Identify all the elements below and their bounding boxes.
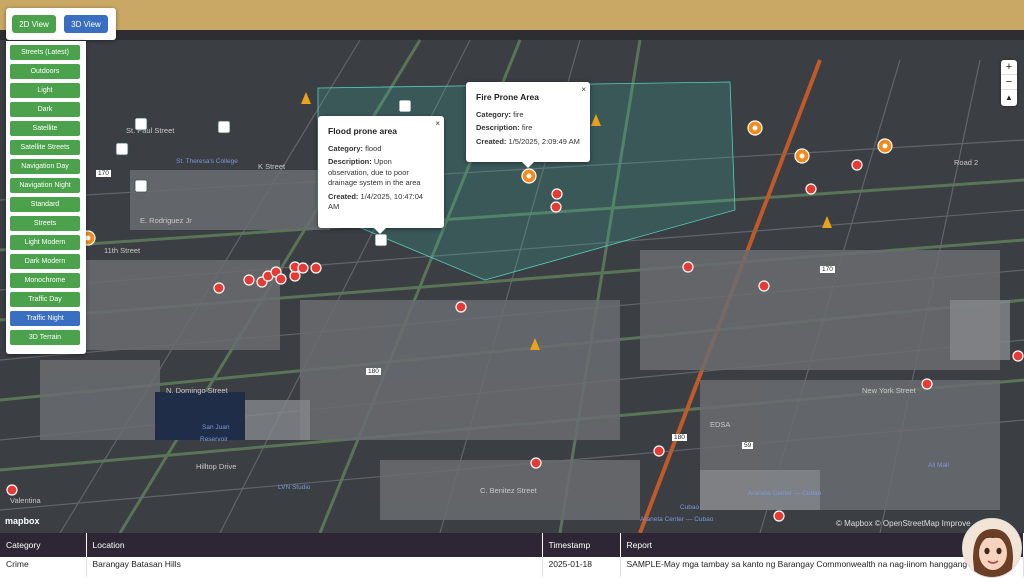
report-marker-red: [773, 510, 785, 522]
map-style-button-standard[interactable]: Standard: [10, 197, 80, 212]
report-marker-red: [310, 262, 322, 274]
map-style-button-dark-modern[interactable]: Dark Modern: [10, 254, 80, 269]
col-header-timestamp[interactable]: Timestamp: [542, 533, 621, 557]
report-marker-red: [550, 201, 562, 213]
popup-close-button[interactable]: ×: [581, 84, 586, 95]
report-marker-red: [530, 457, 542, 469]
popup-description: Description: Upon observation, due to po…: [328, 157, 421, 188]
map-style-panel: Streets (Latest) Outdoors Light Dark Satelli…: [6, 41, 86, 354]
map-style-button-monochrome[interactable]: Monochrome: [10, 273, 80, 288]
col-header-category[interactable]: Category: [0, 533, 87, 557]
cell-location: Barangay Batasan Hills: [86, 557, 543, 577]
map-canvas[interactable]: N. Domingo Street San Juan Reservoir Hil…: [0, 0, 1024, 533]
popup-flood: × Flood prone area Category: flood Descr…: [318, 116, 444, 234]
map-attribution[interactable]: © Mapbox © OpenStreetMap Improve: [836, 519, 971, 528]
compass-button[interactable]: ▲: [1001, 90, 1017, 105]
view-toggle: 2D View 3D View: [6, 8, 116, 40]
assistant-avatar[interactable]: [962, 518, 1022, 578]
report-marker-red: [455, 301, 467, 313]
report-marker-red: [243, 274, 255, 286]
popup-description: Description: fire: [476, 123, 533, 133]
avatar-face-icon: [963, 519, 1021, 577]
popup-category: Category: flood: [328, 143, 382, 153]
map-style-button-light[interactable]: Light: [10, 83, 80, 98]
zoom-out-button[interactable]: −: [1001, 75, 1017, 90]
map-style-button-satellite-streets[interactable]: Satellite Streets: [10, 140, 80, 155]
report-marker-red: [551, 188, 563, 200]
mapbox-logo: mapbox: [5, 516, 40, 526]
map-style-button-light-modern[interactable]: Light Modern: [10, 235, 80, 250]
report-marker-red: [682, 261, 694, 273]
cell-category: Crime: [0, 557, 87, 577]
report-marker-red: [851, 159, 863, 171]
map-style-button-dark[interactable]: Dark: [10, 102, 80, 117]
map-style-button-traffic-night[interactable]: Traffic Night: [10, 311, 80, 326]
report-marker-red: [275, 273, 287, 285]
report-marker-red: [213, 282, 225, 294]
report-marker-red: [1012, 350, 1024, 362]
map-style-button-satellite[interactable]: Satellite: [10, 121, 80, 136]
report-marker-red: [758, 280, 770, 292]
popup-created: Created: 1/4/2025, 10:47:04 AM: [328, 191, 424, 212]
popup-fire: × Fire Prone Area Category: fire Descrip…: [466, 82, 590, 168]
marker-layer: [6, 92, 1024, 522]
map-style-button-streets[interactable]: Streets: [10, 216, 80, 231]
popup-close-button[interactable]: ×: [435, 118, 440, 129]
cell-timestamp: 2025-01-18: [542, 557, 621, 577]
reports-table-area: Category Location Timestamp Report Crime…: [0, 533, 1024, 578]
reports-table: Category Location Timestamp Report Crime…: [0, 533, 1024, 577]
report-marker-red: [805, 183, 817, 195]
report-marker-red: [6, 484, 18, 496]
popup-category: Category: fire: [476, 109, 524, 119]
2d-view-button[interactable]: 2D View: [12, 15, 56, 33]
map-style-button-traffic-day[interactable]: Traffic Day: [10, 292, 80, 307]
map-style-button-3d-terrain[interactable]: 3D Terrain: [10, 330, 80, 345]
map-style-button-streets-latest[interactable]: Streets (Latest): [10, 45, 80, 60]
popup-title: Fire Prone Area: [476, 92, 539, 102]
map-style-button-navigation-day[interactable]: Navigation Day: [10, 159, 80, 174]
report-marker-red: [653, 445, 665, 457]
report-marker-red: [297, 262, 309, 274]
col-header-location[interactable]: Location: [86, 533, 543, 557]
table-row[interactable]: Crime Barangay Batasan Hills 2025-01-18 …: [0, 557, 1024, 577]
map-style-button-outdoors[interactable]: Outdoors: [10, 64, 80, 79]
zoom-in-button[interactable]: +: [1001, 60, 1017, 75]
zoom-control: + − ▲: [1001, 60, 1017, 106]
report-marker-red: [921, 378, 933, 390]
3d-view-button[interactable]: 3D View: [64, 15, 108, 33]
popup-created: Created: 1/5/2025, 2:09:49 AM: [476, 136, 580, 146]
popup-title: Flood prone area: [328, 126, 397, 136]
cell-report: SAMPLE-May mga tambay sa kanto ng Barang…: [620, 557, 1024, 577]
map-style-button-navigation-night[interactable]: Navigation Night: [10, 178, 80, 193]
